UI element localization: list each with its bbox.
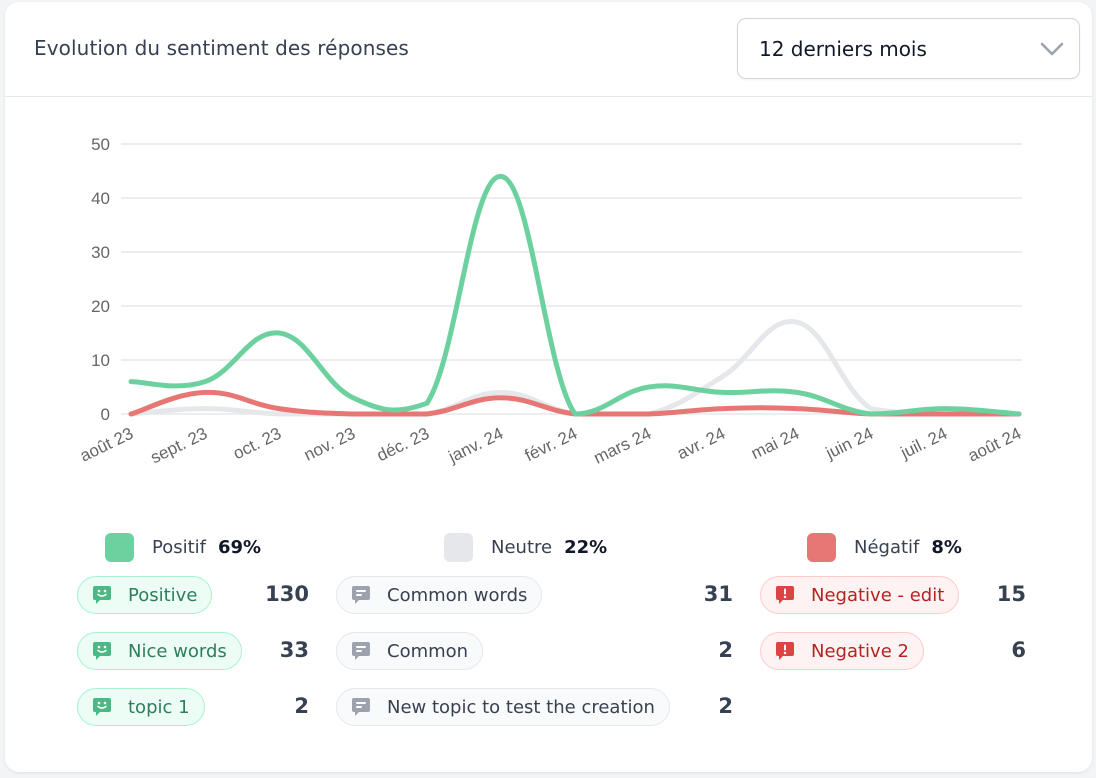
legend-label: Positif bbox=[152, 536, 206, 558]
x-tick-label: févr. 24 bbox=[522, 424, 580, 466]
chart-svg: 0 10 20 30 40 50 août 23 sept. 23 oct. 23 nov. 23… bbox=[77, 135, 1024, 468]
chat-lines-icon bbox=[352, 698, 370, 716]
chevron-down-icon bbox=[1040, 42, 1064, 56]
x-tick-label: oct. 23 bbox=[230, 424, 284, 463]
topic-pill[interactable]: Common bbox=[336, 632, 484, 670]
x-tick-label: août 23 bbox=[77, 424, 136, 466]
legend-item-neutral[interactable]: Neutre 22% bbox=[444, 532, 607, 562]
smile-chat-icon bbox=[93, 698, 111, 716]
legend-percent: 22% bbox=[564, 536, 608, 558]
card-title: Evolution du sentiment des réponses bbox=[34, 36, 409, 60]
positive-topics: Positive 130 Nice words 33 topic 1 2 bbox=[77, 576, 309, 744]
x-tick-label: avr. 24 bbox=[674, 424, 728, 463]
topic-count: 15 bbox=[996, 582, 1026, 606]
x-tick-label: nov. 23 bbox=[301, 424, 358, 465]
period-select-value: 12 derniers mois bbox=[759, 37, 927, 61]
legend-item-negative[interactable]: Négatif 8% bbox=[807, 532, 962, 562]
x-tick-label: mars 24 bbox=[591, 424, 655, 468]
negative-topics: Negative - edit 15 Negative 2 6 bbox=[760, 576, 1026, 688]
sentiment-card: Evolution du sentiment des réponses 12 d… bbox=[5, 2, 1092, 772]
topic-count: 33 bbox=[279, 638, 309, 662]
topic-label: Common bbox=[387, 640, 469, 662]
topic-pill[interactable]: Nice words bbox=[77, 632, 242, 670]
x-tick-label: déc. 23 bbox=[374, 424, 432, 466]
y-tick-label: 10 bbox=[91, 351, 110, 370]
chat-lines-icon bbox=[352, 586, 370, 604]
legend-percent: 69% bbox=[218, 536, 262, 558]
x-tick-label: sept. 23 bbox=[148, 424, 211, 468]
topic-pill[interactable]: topic 1 bbox=[77, 688, 205, 726]
topic-pill[interactable]: Positive bbox=[77, 576, 213, 614]
topic-label: Common words bbox=[387, 584, 528, 606]
topic-label: New topic to test the creation bbox=[387, 696, 655, 718]
topic-count: 31 bbox=[703, 582, 733, 606]
chat-alert-icon bbox=[776, 642, 794, 660]
topic-count: 2 bbox=[718, 694, 733, 718]
neutral-topics: Common words 31 Common 2 New topic to te… bbox=[336, 576, 733, 744]
x-tick-label: janv. 24 bbox=[445, 424, 507, 467]
topic-row: Nice words 33 bbox=[77, 632, 309, 688]
y-tick-label: 0 bbox=[101, 405, 110, 424]
topic-row: New topic to test the creation 2 bbox=[336, 688, 733, 744]
y-tick-label: 40 bbox=[91, 189, 110, 208]
topic-label: topic 1 bbox=[128, 696, 190, 718]
positive-series-line bbox=[128, 173, 1022, 417]
x-tick-label: juil. 24 bbox=[897, 424, 950, 463]
topic-label: Negative 2 bbox=[811, 640, 909, 662]
topic-pill[interactable]: Common words bbox=[336, 576, 543, 614]
topic-row: topic 1 2 bbox=[77, 688, 309, 744]
topic-label: Negative - edit bbox=[811, 584, 945, 606]
y-tick-label: 50 bbox=[91, 135, 110, 154]
legend-percent: 8% bbox=[931, 536, 962, 558]
topic-count: 2 bbox=[294, 694, 309, 718]
legend-swatch-neutral bbox=[444, 532, 473, 562]
period-select[interactable]: 12 derniers mois bbox=[737, 18, 1080, 79]
x-tick-label: juin 24 bbox=[822, 424, 876, 463]
chat-alert-icon bbox=[776, 586, 794, 604]
chat-lines-icon bbox=[352, 642, 370, 660]
legend-item-positive[interactable]: Positif 69% bbox=[105, 532, 261, 562]
topic-row: Common 2 bbox=[336, 632, 733, 688]
smile-chat-icon bbox=[93, 642, 111, 660]
card-header: Evolution du sentiment des réponses 12 d… bbox=[5, 2, 1092, 97]
topic-label: Positive bbox=[128, 584, 198, 606]
topic-count: 2 bbox=[718, 638, 733, 662]
legend-swatch-positive bbox=[105, 532, 134, 562]
topic-row: Common words 31 bbox=[336, 576, 733, 632]
smile-chat-icon bbox=[93, 586, 111, 604]
topic-pill[interactable]: New topic to test the creation bbox=[336, 688, 670, 726]
legend-swatch-negative bbox=[807, 532, 836, 562]
topic-row: Negative 2 6 bbox=[760, 632, 1026, 688]
x-tick-label: août 24 bbox=[965, 424, 1024, 466]
y-tick-label: 20 bbox=[91, 297, 110, 316]
topic-pill[interactable]: Negative - edit bbox=[760, 576, 960, 614]
x-tick-label: mai 24 bbox=[748, 424, 802, 463]
topic-row: Negative - edit 15 bbox=[760, 576, 1026, 632]
topic-count: 6 bbox=[1011, 638, 1026, 662]
y-tick-label: 30 bbox=[91, 243, 110, 262]
legend-label: Neutre bbox=[491, 536, 553, 558]
topic-pill[interactable]: Negative 2 bbox=[760, 632, 924, 670]
topic-row: Positive 130 bbox=[77, 576, 309, 632]
topic-label: Nice words bbox=[128, 640, 227, 662]
legend-label: Négatif bbox=[854, 536, 920, 558]
sentiment-line-chart: 0 10 20 30 40 50 août 23 sept. 23 oct. 23 nov. 23… bbox=[5, 97, 1092, 517]
chart-legend: Positif 69% Neutre 22% Négatif 8% bbox=[5, 532, 1092, 562]
topic-count: 130 bbox=[265, 582, 309, 606]
